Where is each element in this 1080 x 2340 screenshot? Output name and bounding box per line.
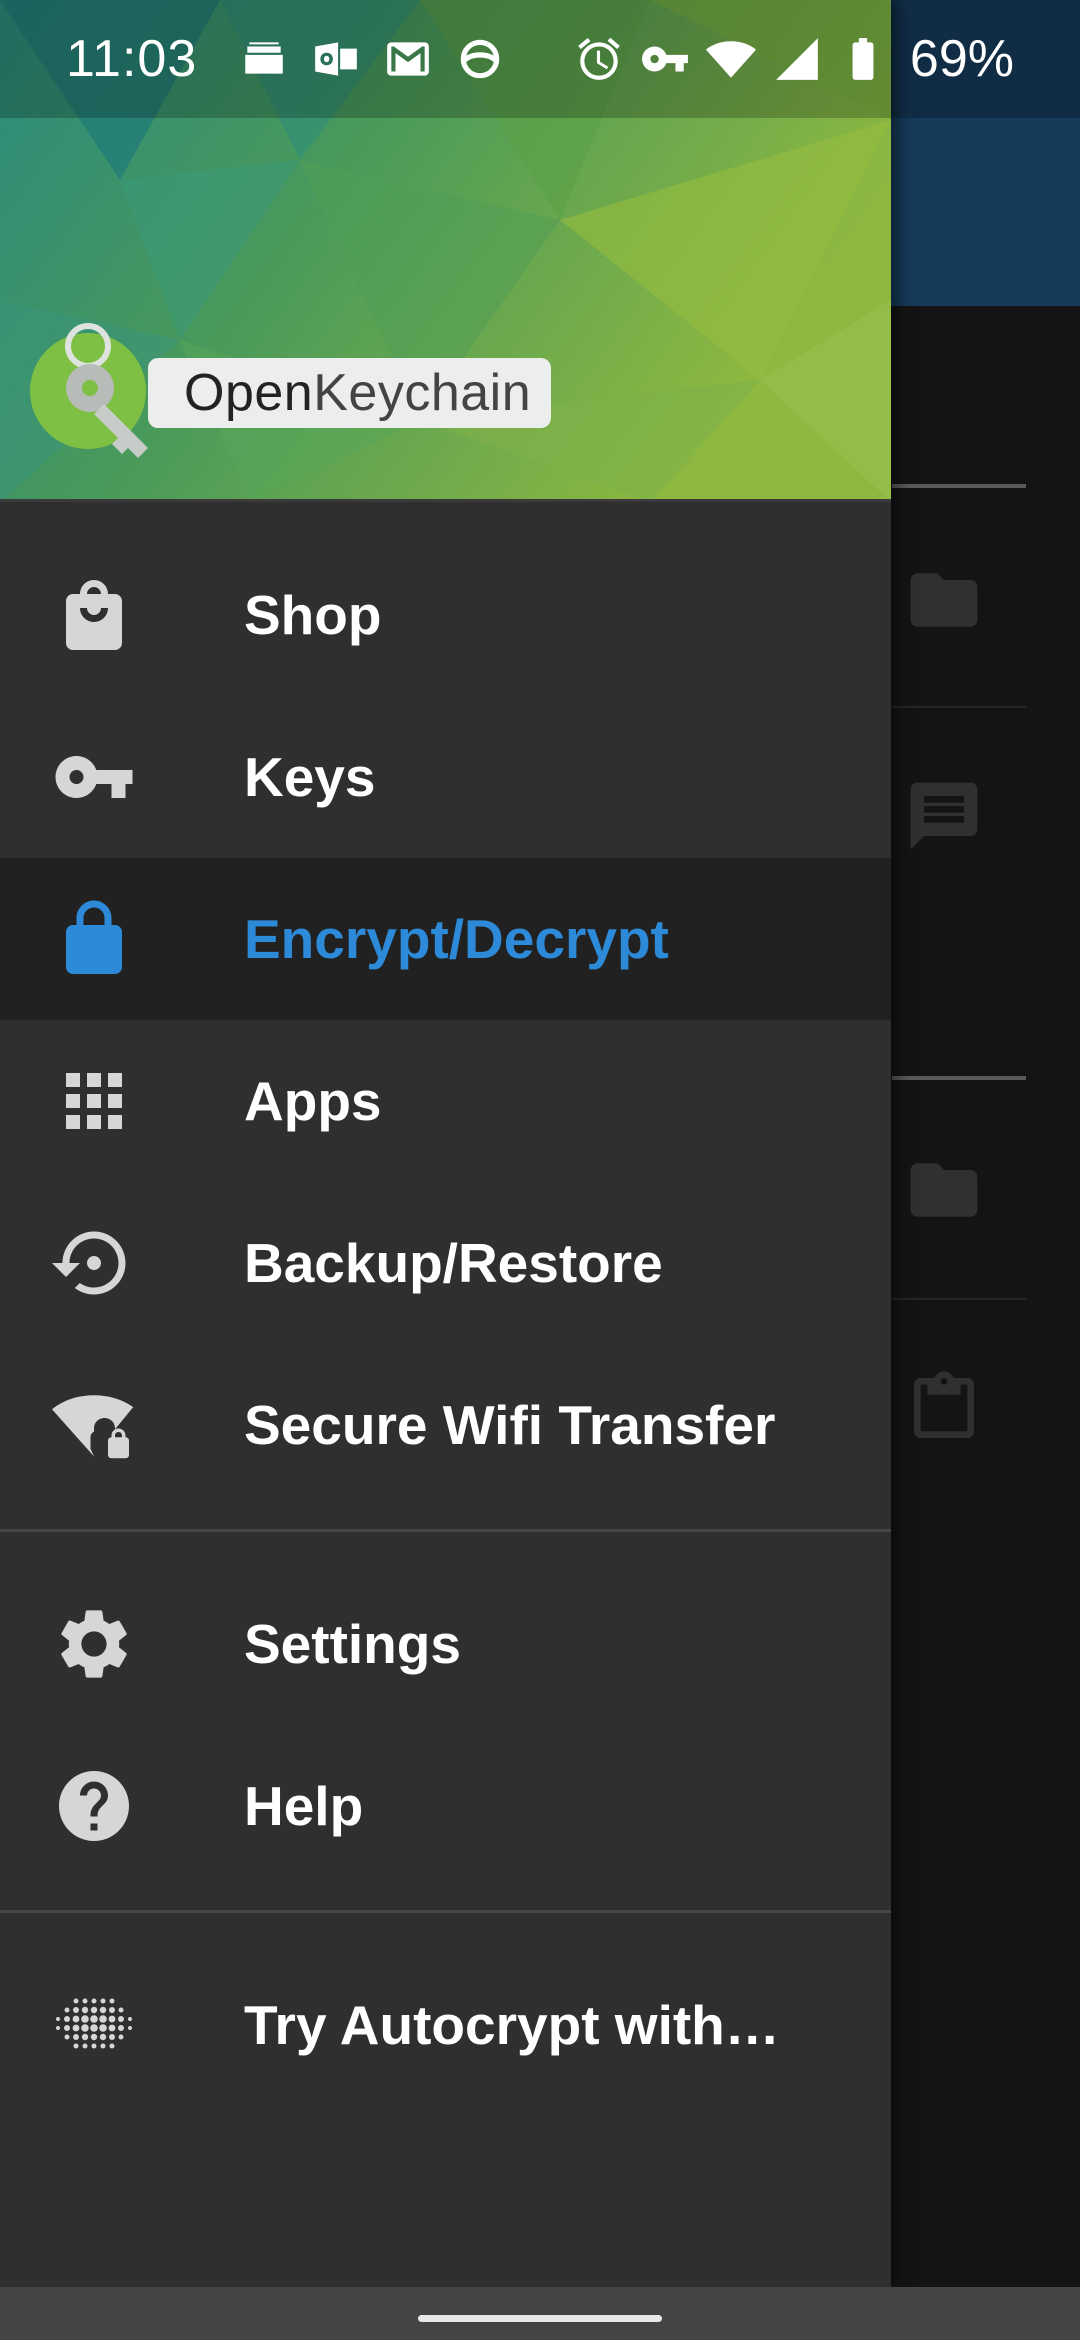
- system-navigation-bar: [0, 2287, 1080, 2340]
- gear-icon: [52, 1602, 136, 1686]
- nav-label-shop: Shop: [244, 584, 382, 646]
- folder-icon[interactable]: [904, 1150, 984, 1230]
- wifi-icon: [705, 41, 756, 78]
- logo-label: Open Keychain: [148, 358, 552, 428]
- lock-icon: [52, 897, 136, 981]
- nav-item-autocrypt[interactable]: Try Autocrypt with…: [0, 1944, 891, 2106]
- shopping-bag-icon: [52, 573, 136, 657]
- background-divider: [892, 706, 1026, 708]
- nav-item-backup-restore[interactable]: Backup/Restore: [0, 1182, 891, 1344]
- signal-icon: [776, 38, 818, 80]
- nav-item-help[interactable]: Help: [0, 1725, 891, 1887]
- nav-item-encrypt-decrypt[interactable]: Encrypt/Decrypt: [0, 858, 891, 1020]
- autocrypt-icon: [52, 1983, 136, 2067]
- status-time: 11:03: [66, 30, 198, 88]
- gmail-icon: [387, 42, 430, 76]
- background-separator: [892, 1076, 1026, 1080]
- nav-item-secure-wifi-transfer[interactable]: Secure Wifi Transfer: [0, 1344, 891, 1506]
- drawer-divider: [0, 1529, 891, 1532]
- nav-item-keys[interactable]: Keys: [0, 696, 891, 858]
- status-bar: 11:03 69%: [0, 0, 1080, 118]
- outlook-icon: [315, 42, 358, 76]
- nav-label-help: Help: [244, 1775, 364, 1837]
- apps-grid-icon: [52, 1059, 136, 1143]
- clipboard-icon[interactable]: [904, 1368, 984, 1448]
- nav-label-autocrypt: Try Autocrypt with…: [244, 1994, 780, 2056]
- nav-label-keys: Keys: [244, 746, 376, 808]
- folder-icon[interactable]: [904, 560, 984, 640]
- key-icon: [52, 735, 136, 819]
- alarm-icon: [578, 37, 620, 80]
- battery-icon: [852, 38, 874, 80]
- openkeychain-logo: Open Keychain: [28, 316, 552, 466]
- home-gesture-handle[interactable]: [418, 2315, 662, 2322]
- secure-wifi-icon: [52, 1383, 136, 1467]
- nav-item-shop[interactable]: Shop: [0, 534, 891, 696]
- backup-restore-icon: [52, 1221, 136, 1305]
- background-divider: [892, 1298, 1026, 1300]
- nav-item-settings[interactable]: Settings: [0, 1563, 891, 1725]
- webex-icon: [461, 39, 500, 79]
- logo-text-keychain: Keychain: [313, 364, 532, 422]
- nav-item-apps[interactable]: Apps: [0, 1020, 891, 1182]
- battery-percentage: 69%: [909, 30, 1014, 88]
- logo-text-open: Open: [184, 364, 314, 422]
- help-icon: [52, 1764, 136, 1848]
- drawer-divider: [0, 1910, 891, 1913]
- navigation-drawer: OpenKeychain Shop Keys Encrypt/Decrypt: [0, 0, 891, 2287]
- nav-label-backup-restore: Backup/Restore: [244, 1232, 663, 1294]
- message-icon[interactable]: [904, 776, 984, 856]
- wallet-icon: [245, 42, 284, 74]
- nav-label-apps: Apps: [244, 1070, 382, 1132]
- nav-label-secure-wifi-transfer: Secure Wifi Transfer: [244, 1394, 776, 1456]
- nav-label-encrypt-decrypt: Encrypt/Decrypt: [244, 908, 669, 970]
- nav-label-settings: Settings: [244, 1613, 461, 1675]
- vpn-key-icon: [642, 46, 688, 72]
- logo-key-icon: [30, 323, 148, 458]
- background-separator: [892, 484, 1026, 488]
